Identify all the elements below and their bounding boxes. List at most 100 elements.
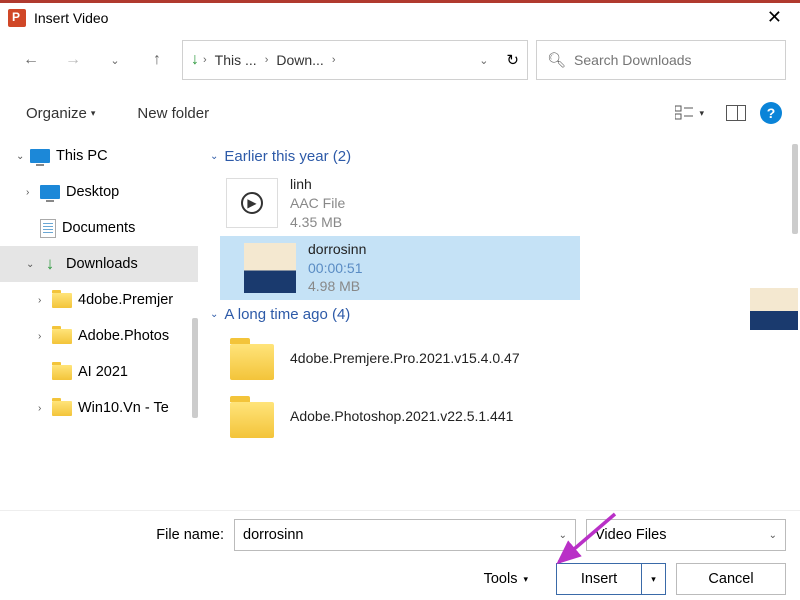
folder-icon [52, 401, 72, 416]
close-button[interactable]: ✕ [757, 3, 792, 32]
tree-label: This PC [56, 148, 108, 164]
tools-dropdown[interactable]: Tools ▾ [484, 571, 528, 587]
tree-item-folder[interactable]: › 4dobe.Premjer [0, 282, 198, 318]
tree-item-folder[interactable]: › Win10.Vn - Te [0, 390, 198, 426]
new-folder-button[interactable]: New folder [129, 99, 217, 128]
path-segment[interactable]: Down... [272, 50, 327, 70]
group-label: Earlier this year (2) [224, 148, 351, 165]
tree-label: 4dobe.Premjer [78, 292, 173, 308]
folder-tree: ⌄ This PC › Desktop Documents ⌄ ↓ Downlo… [0, 138, 198, 510]
organize-label: Organize [26, 105, 87, 122]
tree-item-documents[interactable]: Documents [0, 210, 198, 246]
address-bar[interactable]: ↓ › This ... › Down... › ⌄ ↻ [182, 40, 528, 80]
tree-item-this-pc[interactable]: ⌄ This PC [0, 138, 198, 174]
title-bar: Insert Video ✕ [0, 0, 800, 32]
cancel-label: Cancel [708, 571, 753, 587]
tree-item-folder[interactable]: › Adobe.Photos [0, 318, 198, 354]
chevron-right-icon: › [38, 403, 52, 414]
filename-label: File name: [14, 527, 224, 543]
desktop-icon [40, 185, 60, 199]
video-thumbnail [244, 243, 296, 293]
search-box[interactable]: 🔍︎ [536, 40, 786, 80]
tools-label: Tools [484, 571, 518, 587]
folder-icon [226, 333, 278, 383]
downloads-icon: ↓ [191, 51, 199, 69]
address-dropdown-icon[interactable]: ⌄ [479, 54, 488, 67]
tree-label: AI 2021 [78, 364, 128, 380]
chevron-right-icon: › [38, 295, 52, 306]
insert-dropdown[interactable]: ▾ [641, 564, 665, 594]
group-label: A long time ago (4) [224, 306, 350, 323]
window-title: Insert Video [34, 10, 108, 26]
filename-value: dorrosinn [243, 527, 303, 543]
file-type-select[interactable]: Video Files ⌄ [586, 519, 786, 551]
folder-icon [52, 293, 72, 308]
file-name: linh [290, 175, 345, 194]
chevron-down-icon: ⌄ [26, 259, 40, 270]
chevron-right-icon: › [332, 54, 336, 66]
tree-item-folder[interactable]: AI 2021 [0, 354, 198, 390]
chevron-down-icon: ⌄ [210, 151, 218, 162]
dialog-footer: File name: dorrosinn ⌄ Video Files ⌄ Too… [0, 510, 800, 600]
file-item-premiere[interactable]: 4dobe.Premjere.Pro.2021.v15.4.0.47 [202, 329, 800, 387]
up-button[interactable]: ↑ [140, 43, 174, 77]
dropdown-icon: ▾ [523, 574, 528, 585]
forward-button[interactable]: → [56, 43, 90, 77]
audio-file-icon [226, 178, 278, 228]
folder-icon [52, 329, 72, 344]
chevron-right-icon: › [265, 54, 269, 66]
back-button[interactable]: ← [14, 43, 48, 77]
dropdown-icon[interactable]: ⌄ [769, 530, 777, 541]
file-name: Adobe.Photoshop.2021.v22.5.1.441 [290, 407, 513, 426]
toolbar: Organize ▾ New folder ▾ ? [0, 88, 800, 138]
chevron-down-icon: ⌄ [16, 151, 30, 162]
dropdown-icon: ▾ [699, 108, 704, 119]
chevron-right-icon: › [203, 54, 207, 66]
file-name: dorrosinn [308, 240, 366, 259]
insert-button[interactable]: Insert ▾ [556, 563, 666, 595]
dropdown-icon: ▾ [91, 108, 96, 119]
file-name: 4dobe.Premjere.Pro.2021.v15.4.0.47 [290, 349, 520, 368]
path-segment[interactable]: This ... [211, 50, 261, 70]
pc-icon [30, 149, 50, 163]
file-item-dorrosinn[interactable]: dorrosinn 00:00:51 4.98 MB [220, 236, 580, 301]
documents-icon [40, 219, 56, 238]
filename-input[interactable]: dorrosinn ⌄ [234, 519, 576, 551]
recent-locations-dropdown[interactable]: ⌄ [98, 43, 132, 77]
file-type-label: Video Files [595, 527, 666, 543]
search-input[interactable] [574, 52, 775, 68]
downloads-icon: ↓ [40, 254, 60, 274]
tree-label: Win10.Vn - Te [78, 400, 169, 416]
preview-pane-button[interactable] [726, 105, 746, 121]
file-size: 4.35 MB [290, 213, 345, 232]
preview-thumbnail [750, 288, 798, 330]
chevron-down-icon: ⌄ [210, 309, 218, 320]
refresh-button[interactable]: ↻ [506, 51, 519, 69]
tree-label: Documents [62, 220, 135, 236]
tree-item-desktop[interactable]: › Desktop [0, 174, 198, 210]
folder-icon [52, 365, 72, 380]
file-list: ⌄ Earlier this year (2) linh AAC File 4.… [198, 138, 800, 510]
file-item-photoshop[interactable]: Adobe.Photoshop.2021.v22.5.1.441 [202, 387, 800, 445]
group-header-earlier[interactable]: ⌄ Earlier this year (2) [202, 142, 800, 171]
chevron-right-icon: › [26, 187, 40, 198]
chevron-right-icon: › [38, 331, 52, 342]
tree-label: Downloads [66, 256, 138, 272]
group-header-long-ago[interactable]: ⌄ A long time ago (4) [202, 300, 800, 329]
folder-icon [226, 391, 278, 441]
organize-button[interactable]: Organize ▾ [18, 99, 103, 128]
file-size: 4.98 MB [308, 277, 366, 296]
cancel-button[interactable]: Cancel [676, 563, 786, 595]
dropdown-icon[interactable]: ⌄ [559, 530, 567, 541]
navigation-row: ← → ⌄ ↑ ↓ › This ... › Down... › ⌄ ↻ 🔍︎ [0, 32, 800, 88]
insert-label: Insert [557, 571, 641, 587]
file-item-linh[interactable]: linh AAC File 4.35 MB [202, 171, 800, 236]
view-icon [675, 105, 695, 121]
tree-item-downloads[interactable]: ⌄ ↓ Downloads [0, 246, 198, 282]
tree-label: Desktop [66, 184, 119, 200]
view-options-button[interactable]: ▾ [667, 99, 712, 127]
list-scrollbar[interactable] [792, 144, 798, 234]
new-folder-label: New folder [137, 105, 209, 122]
powerpoint-icon [8, 9, 26, 27]
help-button[interactable]: ? [760, 102, 782, 124]
